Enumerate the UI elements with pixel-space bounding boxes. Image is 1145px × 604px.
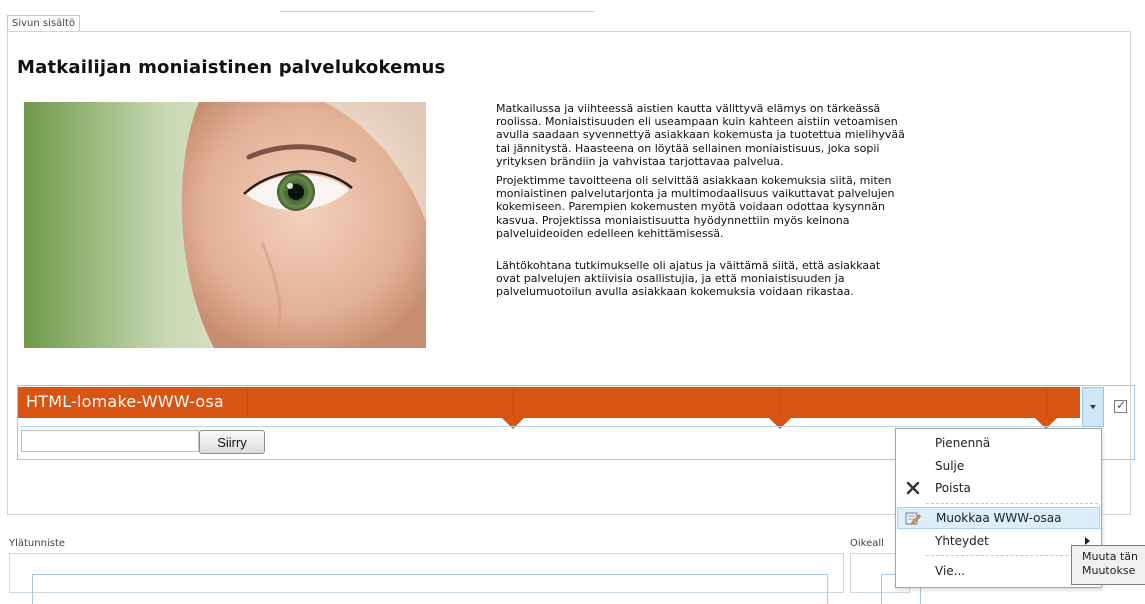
header-zone: [9, 553, 844, 604]
menu-item-edit-webpart[interactable]: Muokkaa WWW-osaa: [897, 507, 1100, 529]
webpart-select-checkbox[interactable]: ✓: [1114, 398, 1127, 413]
menu-item-label: Muokkaa WWW-osaa: [936, 511, 1062, 525]
header-notch: [501, 417, 525, 429]
menu-item-connections[interactable]: Yhteydet: [897, 530, 1100, 552]
edit-icon: [905, 510, 921, 526]
top-divider: [280, 11, 594, 12]
tooltip-line: Muuta tän: [1082, 550, 1139, 563]
menu-item-close[interactable]: Sulje: [897, 455, 1100, 477]
intro-text: Matkailussa ja viihteessä aistien kautta…: [496, 102, 906, 305]
chevron-down-icon: [1090, 405, 1096, 409]
page-title: Matkailijan moniaistinen palvelukokemus: [17, 57, 446, 78]
hero-image: [24, 102, 426, 348]
webpart-body-border: [20, 426, 1080, 427]
webpart-form-input[interactable]: [21, 430, 199, 452]
header-zone-label: Ylätunniste: [9, 538, 66, 549]
menu-item-label: Sulje: [935, 459, 965, 473]
intro-paragraph: Matkailussa ja viihteessä aistien kautta…: [496, 102, 905, 168]
check-icon: ✓: [1116, 398, 1127, 412]
webpart-header: HTML-lomake-WWW-osa: [18, 387, 1080, 418]
menu-item-label: Poista: [935, 481, 971, 495]
tooltip-line: Muutokse: [1082, 564, 1136, 577]
menu-item-label: Vie...: [935, 564, 966, 578]
webpart-title: HTML-lomake-WWW-osa: [26, 392, 224, 411]
menu-item-export[interactable]: Vie...: [897, 560, 1100, 582]
header-notch: [768, 417, 792, 429]
delete-x-icon: [905, 480, 921, 496]
header-separator: [513, 387, 514, 418]
tooltip: Muuta tän Muutokse: [1071, 545, 1145, 585]
menu-item-delete[interactable]: Poista: [897, 477, 1100, 499]
webpart-menu-button[interactable]: [1082, 387, 1104, 427]
menu-item-label: Pienennä: [935, 436, 991, 450]
intro-paragraph: Projektimme tavoitteena oli selvittää as…: [496, 174, 895, 240]
header-separator: [1046, 387, 1047, 418]
menu-item-minimize[interactable]: Pienennä: [897, 432, 1100, 454]
content-zone-tab: Sivun sisältö: [7, 15, 81, 32]
header-separator: [247, 387, 248, 418]
right-zone-label: Oikeall: [850, 538, 884, 549]
header-zone-webpart-area: [32, 574, 828, 604]
go-button[interactable]: Siirry: [199, 430, 265, 454]
header-separator: [780, 387, 781, 418]
submenu-arrow-icon: [1085, 537, 1090, 545]
menu-item-label: Yhteydet: [935, 534, 989, 548]
menu-separator: [926, 503, 1098, 504]
intro-paragraph: Lähtökohtana tutkimukselle oli ajatus ja…: [496, 259, 881, 299]
